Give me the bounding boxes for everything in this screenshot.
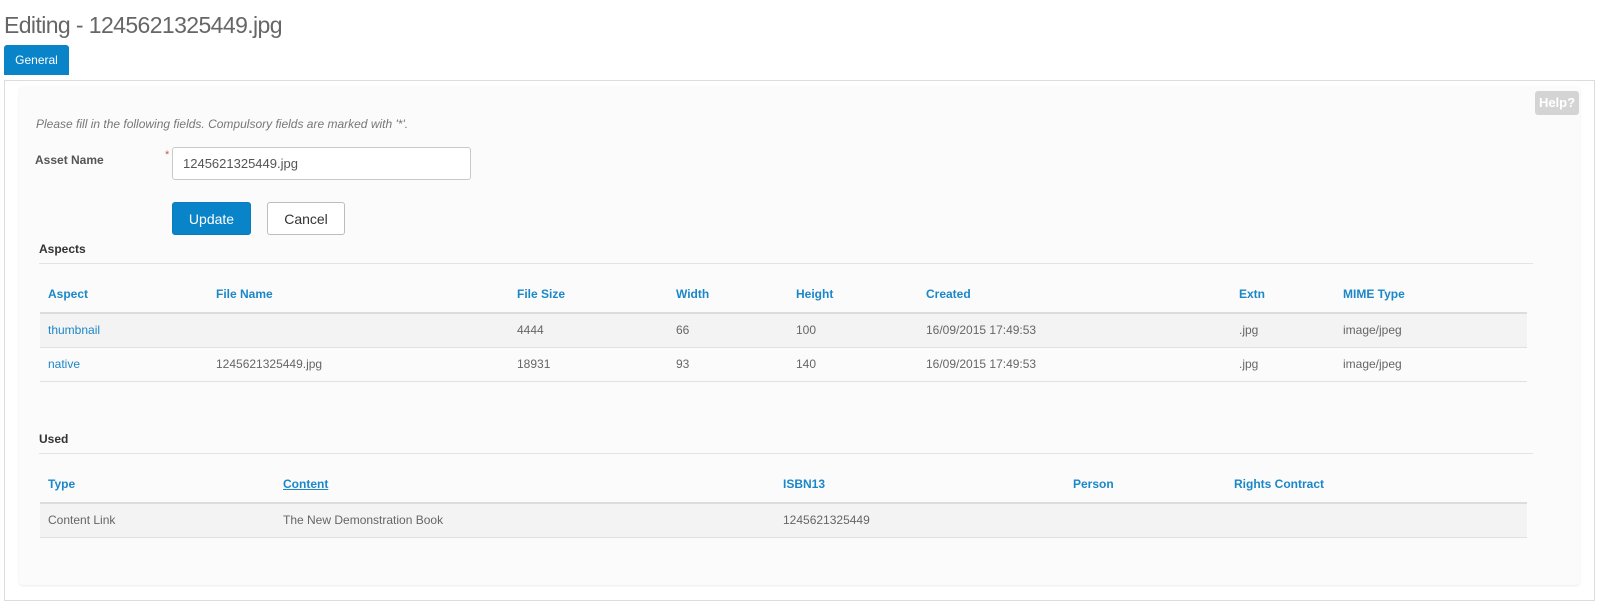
cell-width: 66 [668,313,788,348]
content-panel: Help? Please fill in the following field… [4,80,1595,601]
cell-extn: .jpg [1231,347,1335,382]
cell-rights-contract [1226,503,1527,538]
aspects-table: Aspect File Name File Size Width Height … [40,276,1527,382]
cell-height: 140 [788,347,918,382]
col-type: Type [40,466,275,504]
col-extn: Extn [1231,276,1335,314]
aspect-link[interactable]: native [40,347,208,382]
cell-width: 93 [668,347,788,382]
form-panel: Help? Please fill in the following field… [19,86,1580,585]
col-created: Created [918,276,1231,314]
content-sort-link[interactable]: Content [283,477,328,491]
cell-file-size: 18931 [509,347,668,382]
required-marker: * [165,149,170,161]
tab-general[interactable]: General [4,45,69,75]
col-mime-type: MIME Type [1335,276,1527,314]
col-rights-contract: Rights Contract [1226,466,1527,504]
cell-extn: .jpg [1231,313,1335,348]
page-title: Editing - 1245621325449.jpg [4,12,283,38]
col-file-size: File Size [509,276,668,314]
asset-name-label: Asset Name [35,153,104,167]
col-aspect: Aspect [40,276,208,314]
aspect-link[interactable]: thumbnail [40,313,208,348]
aspects-divider [39,263,1533,264]
col-file-name: File Name [208,276,509,314]
aspects-heading: Aspects [39,242,86,256]
cell-file-name: 1245621325449.jpg [208,347,509,382]
table-row: thumbnail 4444 66 100 16/09/2015 17:49:5… [40,313,1527,348]
cell-file-size: 4444 [509,313,668,348]
col-width: Width [668,276,788,314]
table-row: native 1245621325449.jpg 18931 93 140 16… [40,347,1527,382]
form-instructions: Please fill in the following fields. Com… [36,117,409,131]
asset-name-input[interactable] [172,147,471,180]
cell-person [1065,503,1226,538]
col-person: Person [1065,466,1226,504]
col-content[interactable]: Content [275,466,775,504]
cell-type: Content Link [40,503,275,538]
cell-content: The New Demonstration Book [275,503,775,538]
cell-created: 16/09/2015 17:49:53 [918,313,1231,348]
cell-created: 16/09/2015 17:49:53 [918,347,1231,382]
cancel-button[interactable]: Cancel [267,202,345,235]
cell-file-name [208,313,509,348]
table-row: Content Link The New Demonstration Book … [40,503,1527,538]
used-header-row: Type Content ISBN13 Person Rights Contra… [40,466,1527,504]
update-button[interactable]: Update [172,202,251,235]
used-divider [39,453,1533,454]
used-heading: Used [39,432,69,446]
col-isbn13: ISBN13 [775,466,1065,504]
used-table: Type Content ISBN13 Person Rights Contra… [40,466,1527,538]
cell-mime-type: image/jpeg [1335,347,1527,382]
cell-height: 100 [788,313,918,348]
help-button[interactable]: Help? [1535,91,1579,115]
cell-mime-type: image/jpeg [1335,313,1527,348]
cell-isbn13: 1245621325449 [775,503,1065,538]
aspects-header-row: Aspect File Name File Size Width Height … [40,276,1527,314]
col-height: Height [788,276,918,314]
